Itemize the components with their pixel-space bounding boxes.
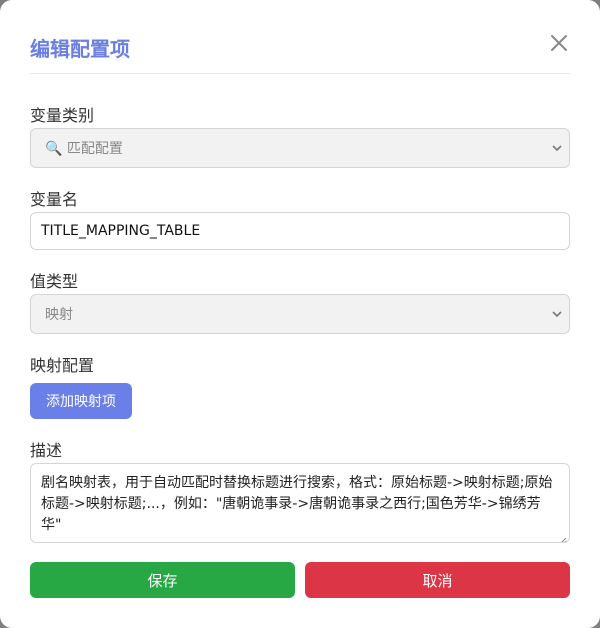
- category-select[interactable]: 🔍 匹配配置: [30, 128, 570, 168]
- save-button[interactable]: 保存: [30, 562, 295, 598]
- name-input[interactable]: TITLE_MAPPING_TABLE: [30, 212, 570, 250]
- cancel-button[interactable]: 取消: [305, 562, 570, 598]
- value-type-label: 值类型: [30, 272, 79, 291]
- close-icon[interactable]: [548, 32, 570, 54]
- category-value: 🔍 匹配配置: [45, 141, 123, 157]
- chevron-down-icon: [551, 142, 563, 154]
- dialog-title: 编辑配置项: [30, 37, 130, 61]
- description-value: 剧名映射表，用于自动匹配时替换标题进行搜索，格式：原始标题->映射标题;原始标题…: [41, 475, 553, 533]
- mapping-label: 映射配置: [30, 356, 95, 375]
- dialog-header: 编辑配置项: [30, 30, 570, 74]
- description-label: 描述: [30, 441, 63, 460]
- edit-config-dialog: 编辑配置项 变量类别 🔍 匹配配置 变量名 TITLE_MAPPING_TABL…: [0, 0, 600, 628]
- value-type-select[interactable]: 映射: [30, 294, 570, 334]
- description-textarea[interactable]: 剧名映射表，用于自动匹配时替换标题进行搜索，格式：原始标题->映射标题;原始标题…: [30, 463, 570, 543]
- name-label: 变量名: [30, 190, 79, 209]
- add-mapping-button[interactable]: 添加映射项: [30, 383, 132, 419]
- category-label: 变量类别: [30, 106, 95, 125]
- resize-handle-icon[interactable]: [558, 531, 567, 542]
- chevron-down-icon: [551, 308, 563, 320]
- value-type-value: 映射: [45, 307, 73, 323]
- name-value: TITLE_MAPPING_TABLE: [41, 223, 201, 239]
